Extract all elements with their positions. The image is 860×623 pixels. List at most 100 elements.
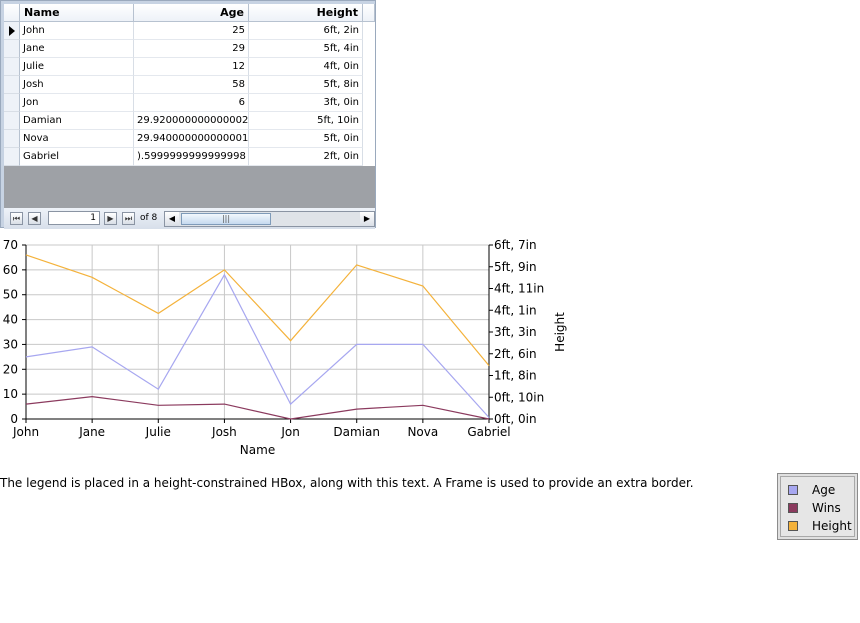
- row-selector[interactable]: [4, 148, 20, 166]
- row-selector[interactable]: [4, 40, 20, 58]
- next-page-button[interactable]: ▶: [104, 212, 117, 225]
- cell-age[interactable]: 25: [134, 22, 249, 40]
- cell-name[interactable]: Julie: [20, 58, 134, 76]
- left-axis-tick-label: 60: [3, 263, 18, 277]
- cell-name[interactable]: Jane: [20, 40, 134, 58]
- page-count-label: of 8: [140, 213, 158, 223]
- cell-age[interactable]: 29.940000000000001: [134, 130, 249, 148]
- cell-height[interactable]: 5ft, 0in: [249, 130, 363, 148]
- column-header-age[interactable]: Age: [134, 4, 249, 22]
- grid-header: Name Age Height: [4, 4, 375, 22]
- row-selector[interactable]: [4, 58, 20, 76]
- left-axis-tick-label: 20: [3, 362, 18, 376]
- row-selector[interactable]: [4, 130, 20, 148]
- x-axis-tick-label: Gabriel: [467, 425, 510, 439]
- right-axis-tick-label: 0ft, 10in: [494, 390, 544, 404]
- row-selector[interactable]: [4, 22, 20, 40]
- table-row[interactable]: Julie 12 4ft, 0in: [4, 58, 375, 76]
- legend-swatch-height: [788, 521, 798, 531]
- x-axis-tick-label: Julie: [145, 425, 171, 439]
- grid-pager: ⏮ ◀ 1 ▶ ⏭ of 8 ◀ ||| ▶: [4, 208, 375, 229]
- right-axis-tick-label: 4ft, 1in: [494, 303, 537, 317]
- next-page-icon: ▶: [107, 214, 114, 223]
- x-axis-tick-label: Nova: [407, 425, 438, 439]
- cell-name[interactable]: Nova: [20, 130, 134, 148]
- cell-age[interactable]: ).5999999999999998: [134, 148, 249, 166]
- x-axis-tick-label: Jane: [78, 425, 105, 439]
- x-axis-tick-label: Damian: [333, 425, 380, 439]
- cell-age[interactable]: 6: [134, 94, 249, 112]
- cell-height[interactable]: 3ft, 0in: [249, 94, 363, 112]
- right-axis-tick-label: 4ft, 11in: [494, 282, 544, 296]
- grip-icon: |||: [221, 214, 231, 223]
- x-axis-tick-label: Jon: [280, 425, 300, 439]
- legend-label-height: Height: [812, 519, 852, 533]
- legend-label-age: Age: [812, 483, 836, 497]
- legend-frame: Age Wins Height: [777, 473, 858, 540]
- right-axis-title: Height: [553, 312, 567, 352]
- grid-empty-area: [4, 166, 375, 208]
- cell-name[interactable]: Josh: [20, 76, 134, 94]
- first-page-icon: ⏮: [12, 214, 21, 223]
- right-axis-tick-label: 2ft, 6in: [494, 347, 537, 361]
- series-line-age: [25, 273, 490, 418]
- table-row[interactable]: Jane 29 5ft, 4in: [4, 40, 375, 58]
- legend-note-text: The legend is placed in a height-constra…: [0, 476, 694, 490]
- cell-name[interactable]: Damian: [20, 112, 134, 130]
- scroll-right-button[interactable]: ▶: [360, 212, 374, 226]
- table-row[interactable]: John 25 6ft, 2in: [4, 22, 375, 40]
- cell-age[interactable]: 29: [134, 40, 249, 58]
- left-axis-tick-label: 0: [10, 412, 18, 426]
- table-row[interactable]: Jon 6 3ft, 0in: [4, 94, 375, 112]
- legend-label-wins: Wins: [812, 501, 841, 515]
- previous-page-icon: ◀: [31, 214, 38, 223]
- page-number-input[interactable]: 1: [48, 211, 100, 225]
- scrollbar-thumb[interactable]: |||: [181, 213, 271, 225]
- previous-page-button[interactable]: ◀: [28, 212, 41, 225]
- scroll-right-icon: ▶: [363, 214, 371, 223]
- cell-height[interactable]: 2ft, 0in: [249, 148, 363, 166]
- left-axis-tick-label: 10: [3, 387, 18, 401]
- row-selector[interactable]: [4, 76, 20, 94]
- series-line-wins: [25, 395, 490, 420]
- first-page-button[interactable]: ⏮: [10, 212, 23, 225]
- horizontal-scrollbar[interactable]: ◀ ||| ▶: [164, 211, 375, 227]
- cell-height[interactable]: 5ft, 10in: [249, 112, 363, 130]
- cell-height[interactable]: 5ft, 8in: [249, 76, 363, 94]
- column-header-name[interactable]: Name: [20, 4, 134, 22]
- current-row-arrow-icon: [9, 26, 15, 36]
- scroll-left-button[interactable]: ◀: [165, 212, 179, 226]
- right-axis-tick-label: 1ft, 8in: [494, 369, 537, 383]
- table-row[interactable]: Josh 58 5ft, 8in: [4, 76, 375, 94]
- x-axis-tick-label: John: [12, 425, 39, 439]
- cell-age[interactable]: 12: [134, 58, 249, 76]
- scroll-left-icon: ◀: [168, 214, 176, 223]
- cell-age[interactable]: 29.920000000000002: [134, 112, 249, 130]
- x-axis-title: Name: [240, 443, 275, 457]
- right-axis-tick-label: 0ft, 0in: [494, 412, 537, 426]
- cell-age[interactable]: 58: [134, 76, 249, 94]
- table-row[interactable]: Nova 29.940000000000001 5ft, 0in: [4, 130, 375, 148]
- cell-height[interactable]: 5ft, 4in: [249, 40, 363, 58]
- last-page-button[interactable]: ⏭: [122, 212, 135, 225]
- cell-name[interactable]: Gabriel: [20, 148, 134, 166]
- table-row[interactable]: Gabriel).5999999999999998 2ft, 0in: [4, 148, 375, 166]
- right-axis-tick-label: 5ft, 9in: [494, 260, 537, 274]
- left-axis-tick-label: 70: [3, 238, 18, 252]
- cell-name[interactable]: John: [20, 22, 134, 40]
- left-axis-tick-label: 40: [3, 313, 18, 327]
- row-selector[interactable]: [4, 94, 20, 112]
- table-row[interactable]: Damian 29.920000000000002 5ft, 10in: [4, 112, 375, 130]
- cell-height[interactable]: 6ft, 2in: [249, 22, 363, 40]
- legend-swatch-age: [788, 485, 798, 495]
- row-selector[interactable]: [4, 112, 20, 130]
- data-grid: Name Age Height John 25 6ft, 2in Jane 29 5ft,…: [0, 0, 376, 229]
- legend: Age Wins Height: [780, 476, 855, 537]
- row-selector-header: [4, 4, 20, 22]
- left-axis-tick-label: 50: [3, 288, 18, 302]
- cell-height[interactable]: 4ft, 0in: [249, 58, 363, 76]
- right-axis-tick-label: 6ft, 7in: [494, 238, 537, 252]
- cell-name[interactable]: Jon: [20, 94, 134, 112]
- column-header-height[interactable]: Height: [249, 4, 363, 22]
- line-chart: 0 10 20 30 40 50 60 70 0ft, 0in 0ft, 10in 1ft, 8in…: [3, 238, 567, 457]
